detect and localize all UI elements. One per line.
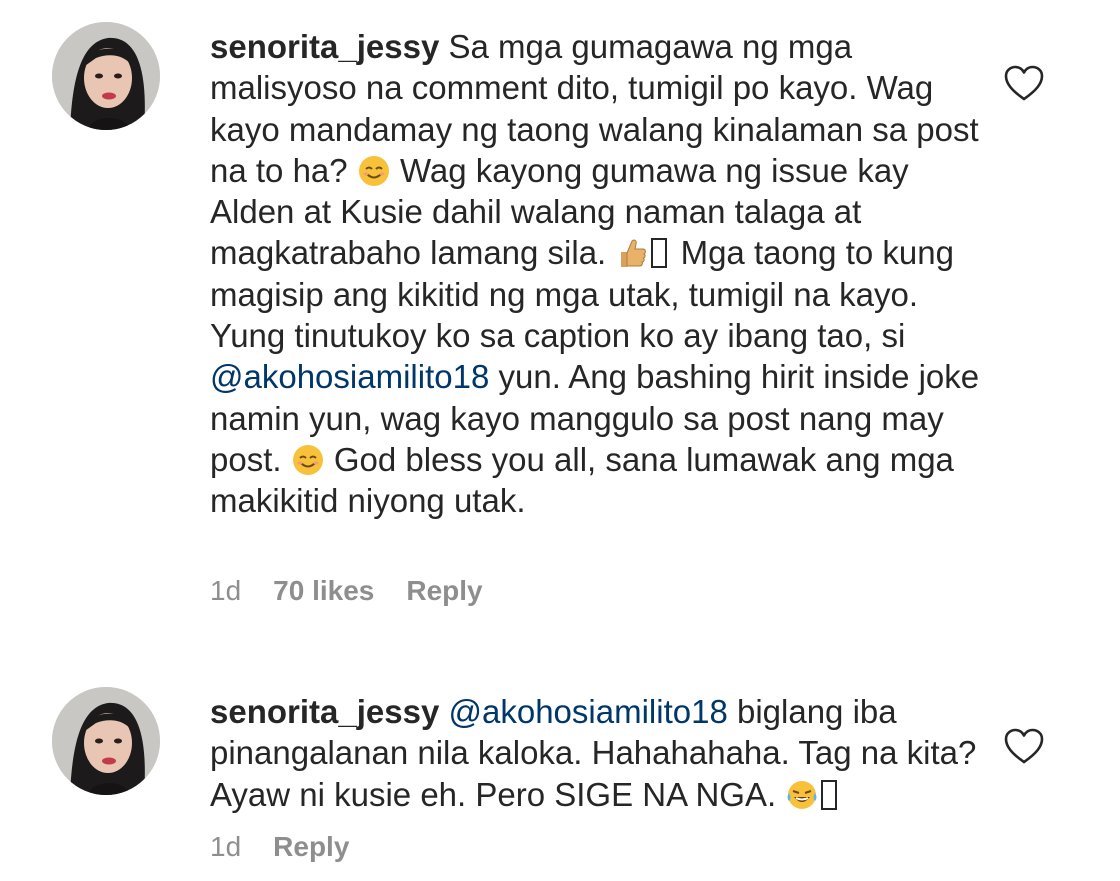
mention-link[interactable]: @akohosiamilito18: [210, 358, 489, 395]
unsupported-glyph-icon: [651, 238, 668, 269]
comment-meta: 1d Reply: [210, 831, 381, 863]
smiling-face-emoji-icon: [357, 154, 391, 188]
smiling-face-emoji-icon: [291, 443, 325, 477]
reply-button[interactable]: Reply: [406, 575, 482, 607]
tears-of-joy-emoji-icon: [785, 778, 819, 812]
comment-meta: 1d 70 likes Reply: [210, 575, 515, 607]
timestamp: 1d: [210, 575, 242, 606]
username[interactable]: senorita_jessy: [210, 693, 439, 730]
mention-link[interactable]: @akohosiamilito18: [448, 693, 727, 730]
reply-button[interactable]: Reply: [273, 831, 349, 863]
profile-photo: [52, 22, 160, 130]
unsupported-glyph-icon: [821, 779, 838, 810]
thumbs-up-emoji-icon: [615, 236, 649, 270]
like-heart-icon[interactable]: [1003, 727, 1045, 765]
profile-photo: [52, 687, 160, 795]
avatar[interactable]: [52, 22, 160, 130]
timestamp: 1d: [210, 831, 242, 862]
like-heart-icon[interactable]: [1003, 64, 1045, 102]
likes-count[interactable]: 70 likes: [273, 575, 374, 607]
username[interactable]: senorita_jessy: [210, 28, 439, 65]
comment-text: senorita_jessy Sa mga gumagawa ng mga ma…: [210, 26, 980, 522]
comment-text: senorita_jessy @akohosiamilito18 biglang…: [210, 691, 980, 815]
avatar[interactable]: [52, 687, 160, 795]
